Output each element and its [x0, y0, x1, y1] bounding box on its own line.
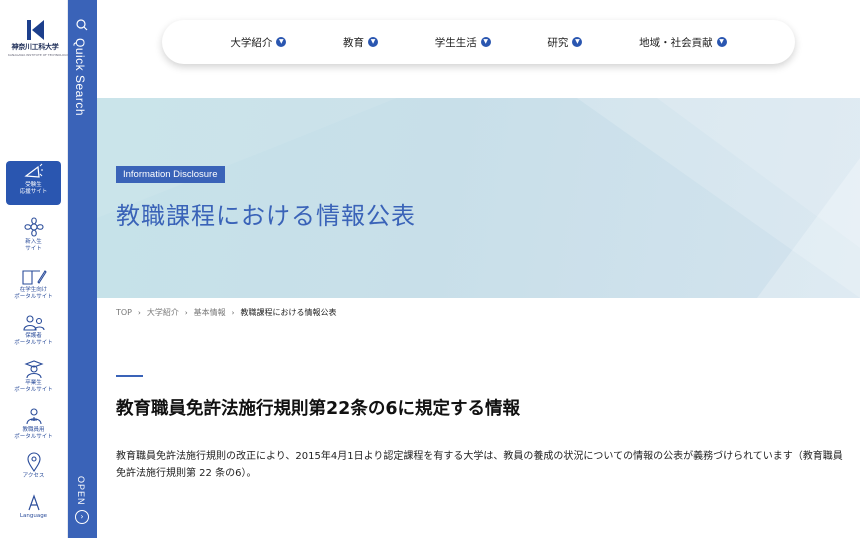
nav-item-education[interactable]: 教育 ▼ — [343, 35, 379, 50]
sidebar-label-2: ポータルサイト — [14, 340, 53, 346]
sidebar-label-1: 受験生 — [25, 182, 42, 188]
sidebar-item-access[interactable]: アクセス — [6, 450, 61, 494]
logo-name: 神奈川工科大学 — [11, 43, 59, 51]
sidebar-label-1: アクセス — [22, 473, 45, 479]
sidebar-label-2: 応援サイト — [19, 189, 48, 195]
info-disclosure-badge: Information Disclosure — [116, 166, 225, 183]
page-title: 教職課程における情報公表 — [116, 202, 416, 230]
logo-mark-icon — [25, 20, 45, 40]
sidebar-label-2: ポータルサイト — [14, 294, 53, 300]
sidebar-item-applicants[interactable]: 受験生 応援サイト — [6, 161, 61, 205]
sidebar-item-freshmen[interactable]: 新入生 サイト — [6, 214, 61, 258]
sidebar-label-1: Language — [19, 513, 48, 519]
sidebar-label-2: サイト — [25, 246, 42, 252]
chevron-down-icon: ▼ — [572, 37, 583, 47]
top-navigation: 大学紹介 ▼ 教育 ▼ 学生生活 ▼ 研究 ▼ 地域・社会貢献 ▼ — [162, 20, 795, 64]
logo-sub: KANAGAWA INSTITUTE OF TECHNOLOGY — [8, 53, 69, 57]
chevron-right-icon[interactable]: › — [75, 510, 89, 524]
hero-banner: Information Disclosure 教職課程における情報公表 — [97, 98, 860, 298]
nav-label: 地域・社会貢献 — [639, 36, 713, 49]
chevron-right-icon: › — [138, 308, 141, 317]
chevron-right-icon: › — [231, 308, 235, 317]
chevron-right-icon: › — [184, 308, 188, 317]
sidebar-label-2: ポータルサイト — [14, 387, 53, 393]
book-pen-icon — [21, 270, 47, 285]
sidebar-item-language[interactable]: Language — [6, 492, 61, 536]
sidebar-label-1: 教職員用 — [22, 427, 45, 433]
breadcrumb-current: 教職課程における情報公表 — [240, 308, 337, 317]
open-label: OPEN — [76, 476, 86, 506]
breadcrumb-basic-info[interactable]: 基本情報 — [194, 307, 226, 318]
sidebar-label-1: 卒業生 — [25, 380, 42, 386]
university-logo[interactable]: 神奈川工科大学 KANAGAWA INSTITUTE OF TECHNOLOGY — [8, 20, 69, 58]
nav-item-research[interactable]: 研究 ▼ — [547, 35, 583, 50]
quick-search-bar[interactable]: Quick Search OPEN › — [68, 0, 97, 538]
flower-icon — [23, 217, 44, 237]
chevron-down-icon: ▼ — [716, 37, 727, 47]
section-title: 教育職員免許法施行規則第22条の6に規定する情報 — [116, 399, 521, 419]
sidebar-item-alumni[interactable]: 卒業生 ポータルサイト — [6, 357, 61, 401]
breadcrumb-top[interactable]: TOP — [116, 308, 132, 317]
nav-label: 大学紹介 — [230, 36, 273, 49]
section-accent-line — [116, 375, 143, 377]
chevron-down-icon: ▼ — [276, 37, 287, 47]
staff-icon — [25, 408, 42, 425]
nav-label: 研究 — [547, 36, 569, 49]
sidebar-label-1: 新入生 — [25, 239, 42, 245]
megaphone-icon — [23, 163, 43, 178]
sidebar-label-1: 在学生向け — [19, 287, 48, 293]
nav-item-community[interactable]: 地域・社会貢献 ▼ — [639, 35, 727, 50]
body-text: 教育職員免許法施行規則の改正により、2015年4月1日より認定課程を有する大学は… — [116, 451, 843, 479]
sidebar-label-1: 保護者 — [25, 333, 42, 339]
quick-search-label: Quick Search — [73, 38, 87, 117]
nav-label: 教育 — [343, 36, 365, 49]
sidebar-item-parents[interactable]: 保護者 ポータルサイト — [6, 312, 61, 356]
language-icon — [27, 494, 40, 511]
nav-item-student-life[interactable]: 学生生活 ▼ — [435, 35, 491, 50]
breadcrumb-about[interactable]: 大学紹介 — [147, 307, 179, 318]
nav-item-about[interactable]: 大学紹介 ▼ — [230, 35, 287, 50]
sidebar-item-staff[interactable]: 教職員用 ポータルサイト — [6, 404, 61, 448]
sidebar-label-2: ポータルサイト — [14, 434, 53, 440]
left-sidebar: 神奈川工科大学 KANAGAWA INSTITUTE OF TECHNOLOGY… — [0, 0, 68, 538]
parents-icon — [22, 315, 45, 331]
search-icon — [76, 19, 88, 31]
map-pin-icon — [26, 452, 41, 472]
chevron-down-icon: ▼ — [480, 37, 491, 47]
graduate-icon — [23, 360, 44, 379]
sidebar-item-students[interactable]: 在学生向け ポータルサイト — [6, 266, 61, 310]
chevron-down-icon: ▼ — [368, 37, 379, 47]
breadcrumb: TOP › 大学紹介 › 基本情報 › 教職課程における情報公表 — [116, 307, 336, 318]
nav-label: 学生生活 — [434, 36, 477, 49]
